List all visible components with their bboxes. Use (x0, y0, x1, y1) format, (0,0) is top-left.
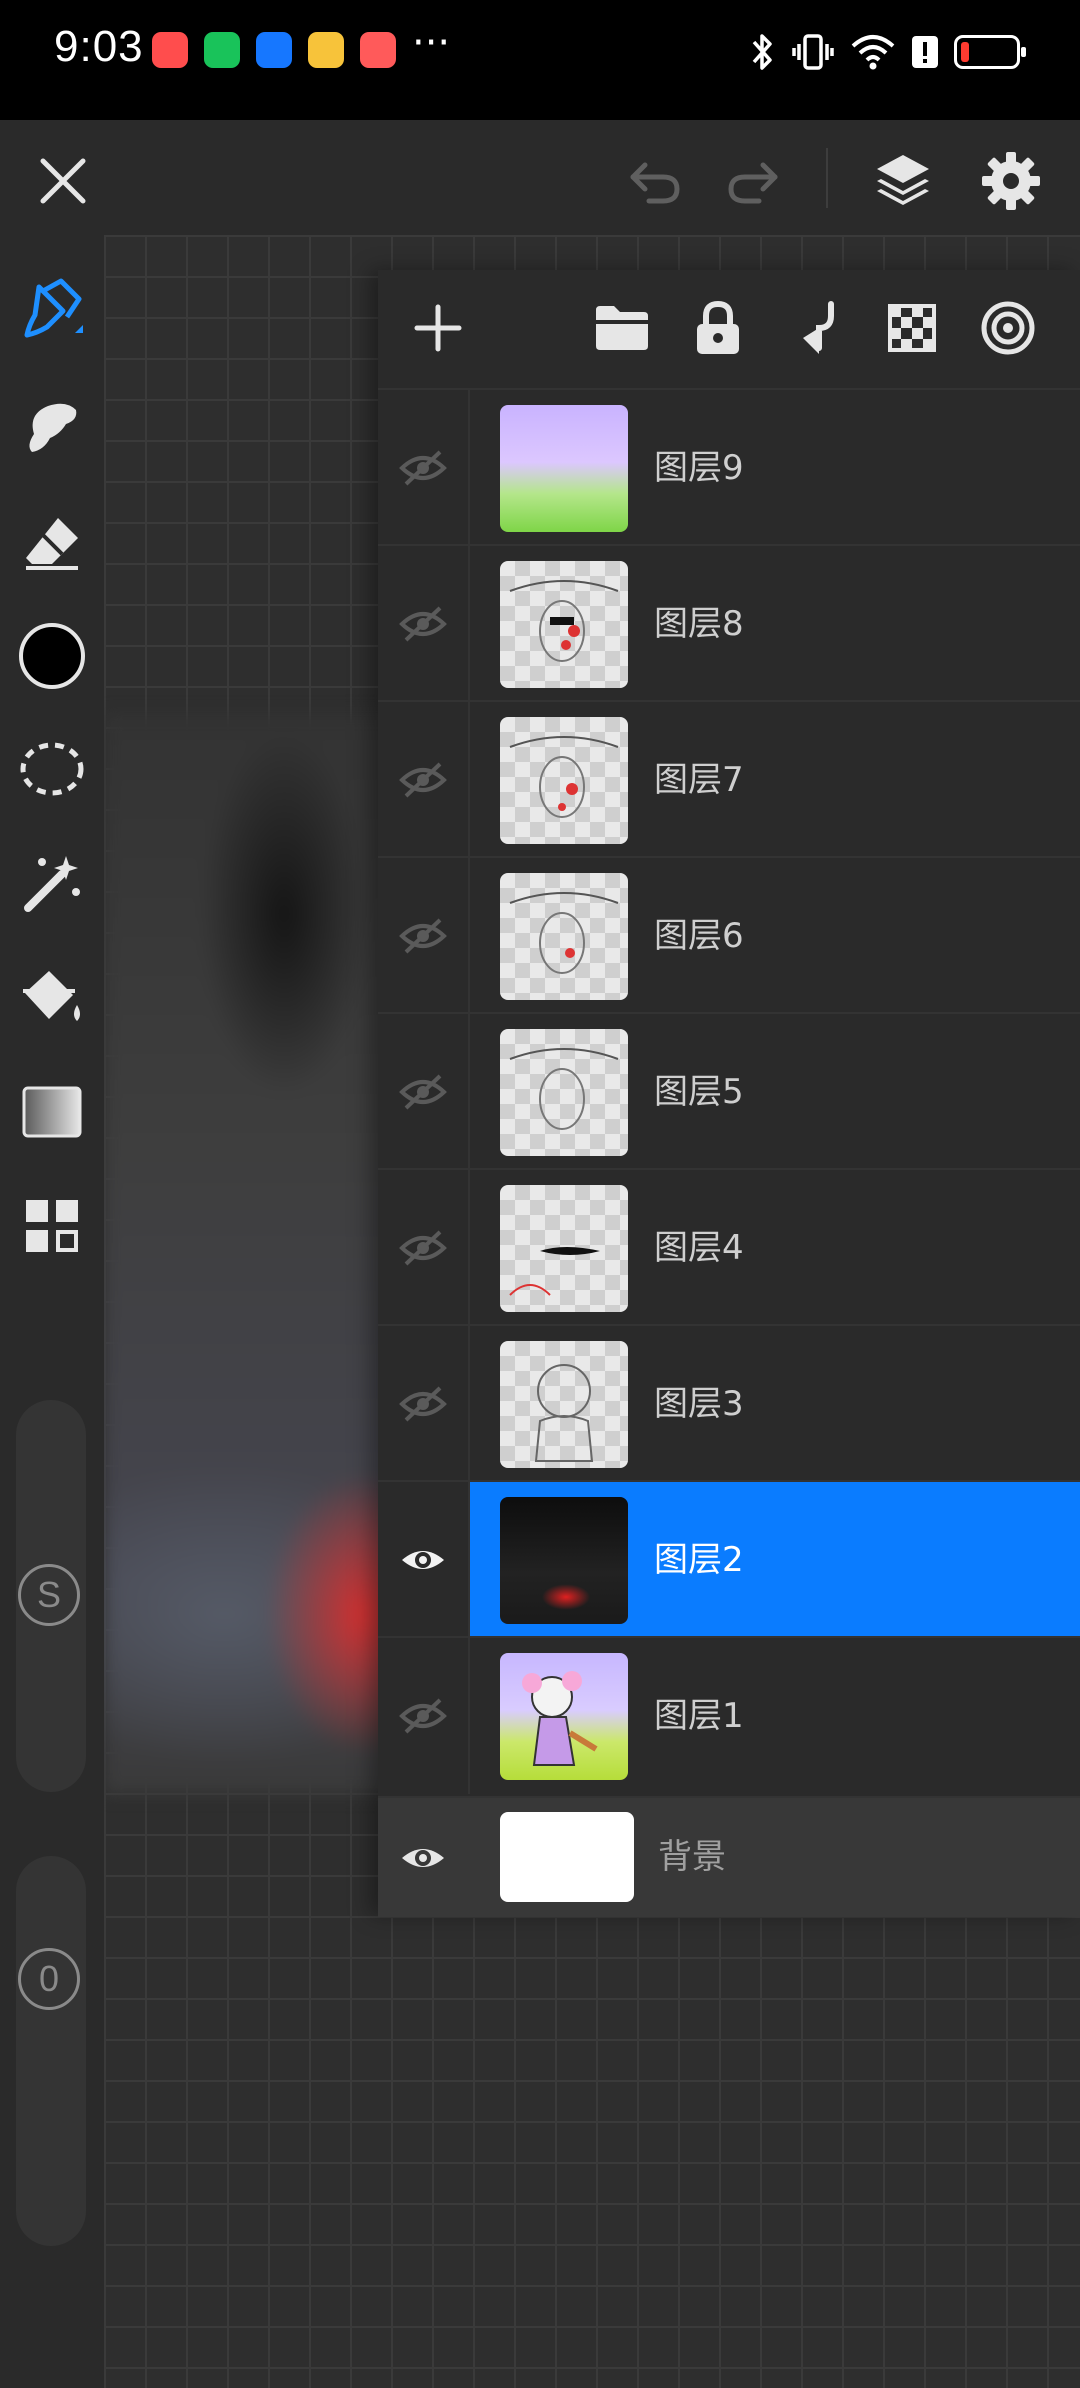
game-app-icon (308, 32, 344, 68)
layer-thumbnail (500, 717, 628, 844)
app-red-icon (152, 32, 188, 68)
opacity-slider[interactable]: 0 (16, 1856, 86, 2246)
visibility-visible-icon[interactable] (378, 1798, 468, 1917)
alpha-lock-icon[interactable] (882, 298, 942, 358)
layer-row-4[interactable]: 图层4 (378, 1168, 1080, 1326)
layer-thumbnail (500, 561, 628, 688)
layer-name: 图层6 (654, 916, 744, 956)
status-time: 9:03 (54, 22, 144, 71)
add-layer-icon[interactable] (408, 298, 468, 358)
visibility-hidden-icon[interactable] (378, 390, 468, 546)
fill-bucket-icon[interactable] (14, 960, 90, 1036)
layer-thumbnail (500, 1029, 628, 1156)
toolbar-divider (826, 148, 828, 208)
visibility-hidden-icon[interactable] (378, 1638, 468, 1794)
wechat-icon (204, 32, 240, 68)
battery-icon (954, 35, 1026, 69)
layer-thumbnail (500, 1341, 628, 1468)
layer-row-1[interactable]: 图层1 (378, 1636, 1080, 1794)
magic-wand-icon[interactable] (14, 846, 90, 922)
background-thumbnail (500, 1812, 634, 1902)
lasso-icon[interactable] (14, 732, 90, 808)
opacity-slider-knob[interactable]: 0 (18, 1948, 80, 2010)
color-swatch[interactable] (14, 618, 90, 694)
merge-down-icon[interactable] (786, 298, 846, 358)
layer-row-2[interactable]: 图层2 (378, 1480, 1080, 1638)
redo-icon[interactable] (722, 152, 784, 212)
layer-row-7[interactable]: 图层7 (378, 700, 1080, 858)
layer-row-3[interactable]: 图层3 (378, 1324, 1080, 1482)
layer-panel: 图层9 图层8 图层7 图层6 图层5 图层4 图层3 图层2 图层1 背景 (378, 270, 1080, 1917)
status-bar: 9:03 ··· (0, 0, 1080, 120)
layer-row-8[interactable]: 图层8 (378, 544, 1080, 702)
layer-thumbnail (500, 1653, 628, 1780)
layer-row-5[interactable]: 图层5 (378, 1012, 1080, 1170)
gradient-icon[interactable] (14, 1074, 90, 1150)
layer-row-6[interactable]: 图层6 (378, 856, 1080, 1014)
layers-icon[interactable] (870, 144, 936, 220)
layer-name: 图层4 (654, 1228, 744, 1268)
wifi-icon (851, 35, 895, 70)
background-layer-row[interactable]: 背景 (378, 1796, 1080, 1917)
background-layer-name: 背景 (658, 1837, 726, 1877)
brush-size-slider[interactable]: S (16, 1400, 86, 1792)
layer-thumbnail (500, 1497, 628, 1624)
grid-more-icon[interactable] (14, 1188, 90, 1264)
visibility-hidden-icon[interactable] (378, 1014, 468, 1170)
layer-name: 图层3 (654, 1384, 744, 1424)
layer-actions-bar (378, 270, 1080, 388)
brush-icon[interactable] (14, 272, 90, 348)
app-red2-icon (360, 32, 396, 68)
more-notifications: ··· (412, 20, 451, 66)
visibility-hidden-icon[interactable] (378, 1326, 468, 1482)
visibility-hidden-icon[interactable] (378, 546, 468, 702)
layer-name: 图层2 (654, 1540, 744, 1580)
size-slider-knob[interactable]: S (18, 1564, 80, 1626)
close-icon[interactable] (30, 148, 96, 214)
folder-icon[interactable] (592, 298, 652, 358)
alipay-icon (256, 32, 292, 68)
layer-row-9[interactable]: 图层9 (378, 388, 1080, 546)
layer-thumbnail (500, 873, 628, 1000)
smudge-icon[interactable] (14, 388, 90, 464)
visibility-visible-icon[interactable] (378, 1482, 468, 1638)
layer-name: 图层8 (654, 604, 744, 644)
lock-icon[interactable] (688, 298, 748, 358)
layer-name: 图层1 (654, 1696, 744, 1736)
eraser-icon[interactable] (14, 504, 90, 580)
layer-name: 图层5 (654, 1072, 744, 1112)
undo-icon[interactable] (624, 152, 686, 212)
layer-thumbnail (500, 1185, 628, 1312)
alert-icon (912, 36, 938, 68)
visibility-hidden-icon[interactable] (378, 1170, 468, 1326)
visibility-hidden-icon[interactable] (378, 858, 468, 1014)
layer-name: 图层9 (654, 448, 744, 488)
visibility-hidden-icon[interactable] (378, 702, 468, 858)
clipping-icon[interactable] (978, 298, 1038, 358)
vibrate-icon (792, 34, 834, 70)
layer-name: 图层7 (654, 760, 744, 800)
bluetooth-icon (752, 34, 772, 70)
layer-thumbnail (500, 405, 628, 532)
settings-icon[interactable] (976, 146, 1046, 216)
